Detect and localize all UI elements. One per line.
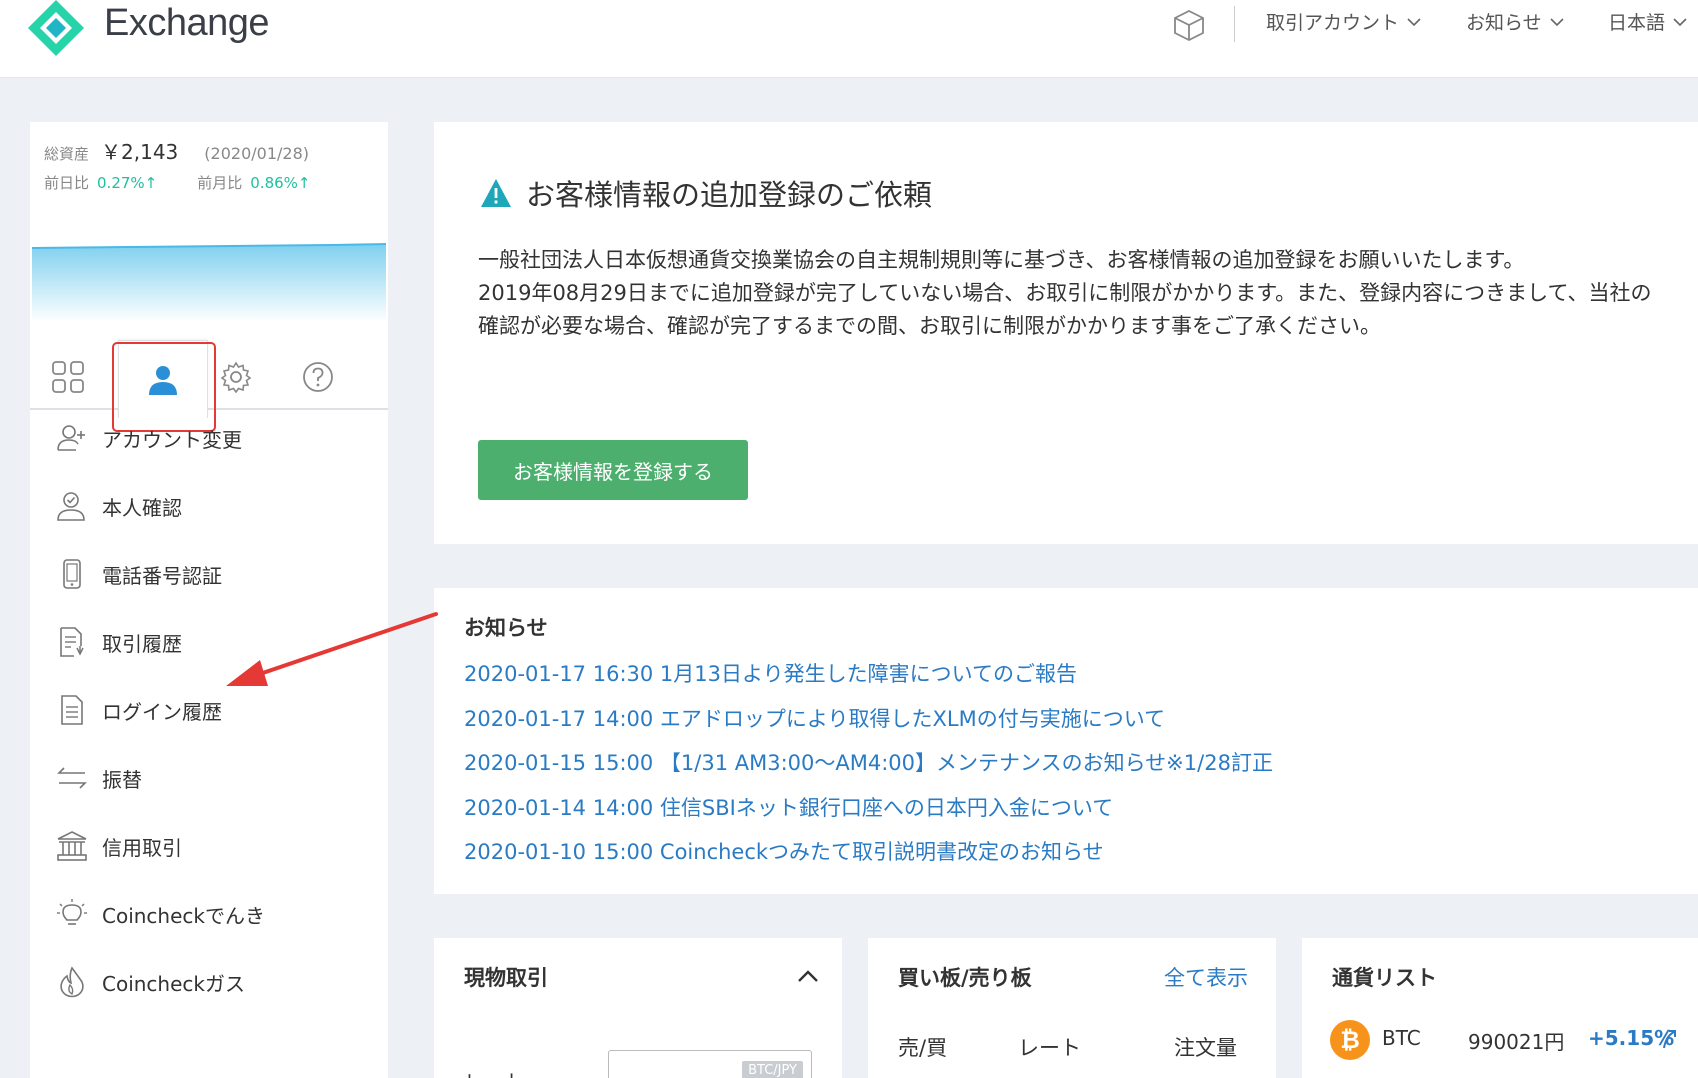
phone-icon <box>63 559 81 589</box>
coin-list-card: 通貨リスト ₿ BTC 990021円 +5.15% <box>1302 938 1698 1078</box>
account-sidebar: 総資産 ￥2,143 (2020/01/28) 前日比 0.27%↑ 前月比 0… <box>30 122 388 1078</box>
news-link[interactable]: 2020-01-17 16:30 1月13日より発生した障害についてのご報告 <box>464 654 1273 699</box>
menu-phone-verification[interactable]: 電話番号認証 <box>56 558 222 590</box>
nav-label: お知らせ <box>1466 12 1542 34</box>
order-book-title: 買い板/売り板 <box>898 966 1032 990</box>
tab-settings[interactable] <box>206 348 266 406</box>
spot-trade-card: 現物取引 レート BTC/JPY <box>434 938 842 1078</box>
grid-icon <box>52 361 84 393</box>
menu-label: Coincheckガス <box>102 971 245 996</box>
alert-body: 一般社団法人日本仮想通貨交換業協会の自主規制規則等に基づき、お客様情報の追加登録… <box>478 244 1658 343</box>
gear-icon <box>220 361 252 393</box>
menu-label: 取引履歴 <box>102 631 182 656</box>
tab-account[interactable] <box>118 340 208 418</box>
menu-label: ログイン履歴 <box>102 699 222 724</box>
warning-icon <box>481 179 511 207</box>
month-change-value: 0.86%↑ <box>250 174 311 192</box>
exchange-logo-icon[interactable] <box>26 0 86 56</box>
menu-coincheck-denki[interactable]: Coincheckでんき <box>56 898 265 930</box>
day-change-label: 前日比 <box>44 174 90 192</box>
bitcoin-icon: ₿ <box>1330 1020 1370 1060</box>
tab-dashboard[interactable] <box>38 348 98 406</box>
add-user-icon <box>57 425 85 451</box>
col-side: 売/買 <box>898 1036 948 1060</box>
news-list: 2020-01-17 16:30 1月13日より発生した障害についてのご報告 2… <box>464 654 1273 877</box>
total-assets: 総資産 ￥2,143 (2020/01/28) <box>44 136 309 165</box>
col-rate: レート <box>1018 1036 1081 1060</box>
news-card: お知らせ 2020-01-17 16:30 1月13日より発生した障害についての… <box>434 588 1698 894</box>
chevron-up-icon[interactable] <box>796 968 820 984</box>
alert-line-1: 一般社団法人日本仮想通貨交換業協会の自主規制規則等に基づき、お客様情報の追加登録… <box>478 248 1525 272</box>
cube-icon[interactable] <box>1172 8 1206 42</box>
nav-trading-account[interactable]: 取引アカウント <box>1266 8 1421 35</box>
order-book-card: 買い板/売り板 全て表示 売/買 レート 注文量 <box>868 938 1276 1078</box>
lightbulb-icon <box>57 899 87 925</box>
menu-margin-trading[interactable]: 信用取引 <box>56 830 182 862</box>
change-row: 前日比 0.27%↑ 前月比 0.86%↑ <box>44 172 311 193</box>
nav-label: 日本語 <box>1608 12 1666 34</box>
nav-label: 取引アカウント <box>1266 12 1400 34</box>
alert-title: お客様情報の追加登録のご依頼 <box>480 172 932 214</box>
transfer-icon <box>57 767 87 789</box>
menu-coincheck-gas[interactable]: Coincheckガス <box>56 966 245 998</box>
header-divider <box>1234 6 1235 42</box>
coin-row[interactable]: ₿ BTC 990021円 +5.15% <box>1330 1018 1680 1062</box>
asset-date: (2020/01/28) <box>204 144 309 163</box>
news-link[interactable]: 2020-01-14 14:00 住信SBIネット銀行口座への日本円入金について <box>464 788 1273 833</box>
svg-text:₿: ₿ <box>1340 1026 1360 1054</box>
registration-alert-card: お客様情報の追加登録のご依頼 一般社団法人日本仮想通貨交換業協会の自主規制規則等… <box>434 122 1698 544</box>
chevron-down-icon <box>1550 17 1564 26</box>
menu-account-change[interactable]: アカウント変更 <box>56 422 242 454</box>
menu-label: 電話番号認証 <box>102 563 222 588</box>
menu-label: 信用取引 <box>102 835 182 860</box>
nav-language[interactable]: 日本語 <box>1608 8 1687 35</box>
menu-transfer[interactable]: 振替 <box>56 762 142 794</box>
sidebar-tabs <box>30 330 388 432</box>
menu-login-history[interactable]: ログイン履歴 <box>56 694 222 726</box>
news-link[interactable]: 2020-01-15 15:00 【1/31 AM3:00～AM4:00】メンテ… <box>464 743 1273 788</box>
news-link[interactable]: 2020-01-17 14:00 エアドロップにより取得したXLMの付与実施につ… <box>464 699 1273 744</box>
menu-label: アカウント変更 <box>102 427 242 452</box>
menu-label: 本人確認 <box>102 495 182 520</box>
top-header: Exchange 取引アカウント お知らせ 日本語 <box>0 0 1698 78</box>
news-link[interactable]: 2020-01-10 15:00 Coincheckつみたて取引説明書改定のお知… <box>464 832 1273 877</box>
news-title: お知らせ <box>464 616 548 640</box>
spot-trade-title: 現物取引 <box>464 966 548 990</box>
rate-label: レート <box>464 1066 524 1078</box>
col-amount: 注文量 <box>1174 1036 1237 1060</box>
coin-symbol: BTC <box>1382 1026 1421 1050</box>
flame-icon <box>60 966 84 998</box>
day-change-value: 0.27%↑ <box>97 174 158 192</box>
help-icon <box>303 362 333 392</box>
register-customer-info-button[interactable]: お客様情報を登録する <box>478 440 748 500</box>
coin-price: 990021円 <box>1468 1030 1565 1054</box>
coin-list-title: 通貨リスト <box>1332 966 1437 990</box>
menu-label: 振替 <box>102 767 142 792</box>
chevron-down-icon <box>1407 17 1421 26</box>
menu-label: Coincheckでんき <box>102 903 265 928</box>
alert-line-2: 2019年08月29日までに追加登録が完了していない場合、お取引に制限がかかりま… <box>478 281 1652 338</box>
asset-value: ￥2,143 <box>101 140 179 164</box>
bank-icon <box>57 831 87 861</box>
user-icon <box>149 365 177 395</box>
chevron-down-icon <box>1673 17 1687 26</box>
tab-help[interactable] <box>288 348 348 406</box>
pair-select[interactable]: BTC/JPY <box>608 1050 812 1078</box>
menu-trade-history[interactable]: 取引履歴 <box>56 626 182 658</box>
alert-title-text: お客様情報の追加登録のご依頼 <box>526 178 933 212</box>
menu-identity-verification[interactable]: 本人確認 <box>56 490 182 522</box>
document-icon <box>61 695 83 725</box>
show-all-link[interactable]: 全て表示 <box>1164 962 1248 992</box>
nav-notices[interactable]: お知らせ <box>1466 8 1564 35</box>
asset-label: 総資産 <box>44 145 90 163</box>
pair-tag: BTC/JPY <box>742 1061 803 1078</box>
history-document-icon <box>60 627 84 657</box>
asset-sparkline <box>32 243 386 322</box>
trend-up-icon <box>1663 1030 1676 1049</box>
verified-user-icon <box>57 492 85 521</box>
brand-name[interactable]: Exchange <box>104 2 270 45</box>
month-change-label: 前月比 <box>197 174 243 192</box>
